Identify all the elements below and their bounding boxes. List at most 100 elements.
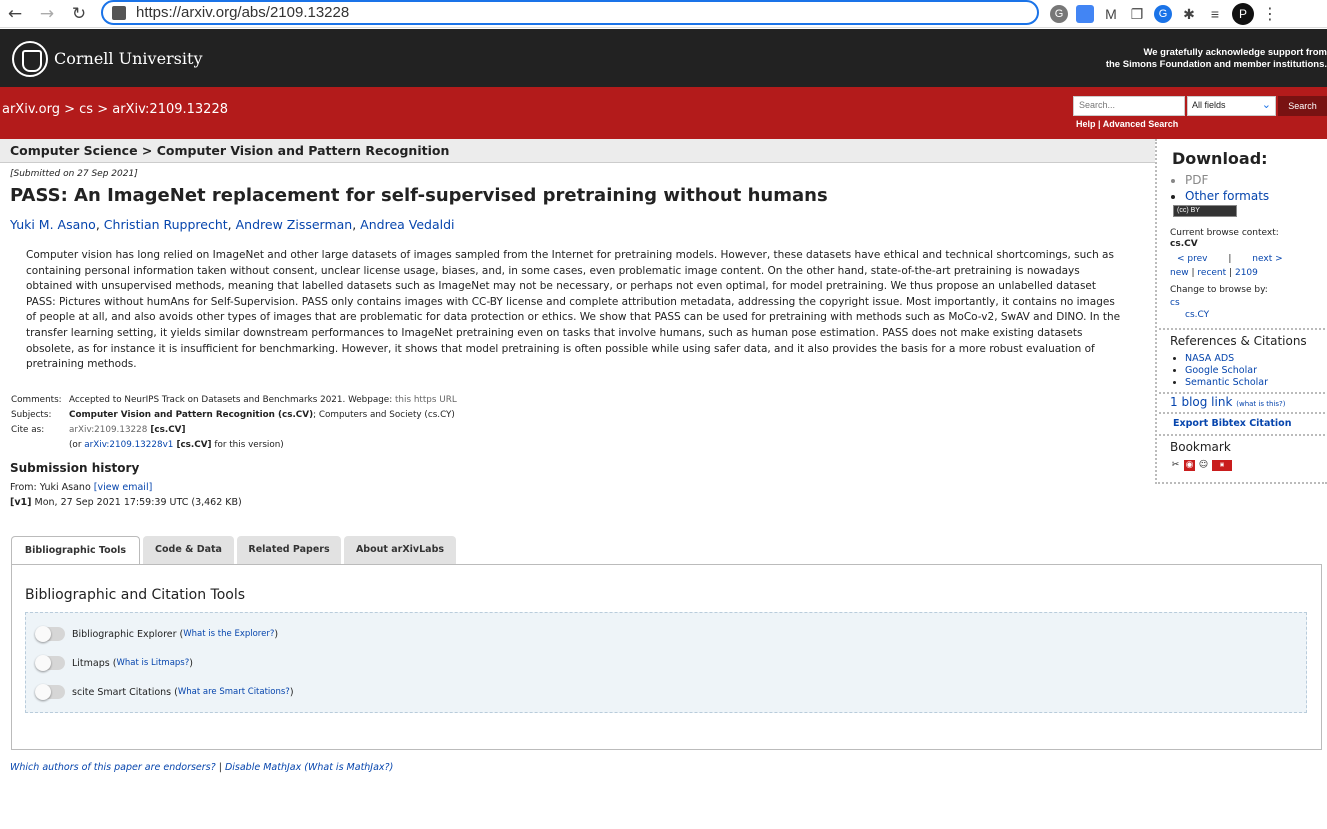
profile-avatar[interactable]: P bbox=[1232, 3, 1254, 25]
month-link[interactable]: 2109 bbox=[1235, 268, 1258, 278]
other-formats-item: Other formats bbox=[1185, 188, 1269, 204]
cc-license-icon[interactable]: (cc) BY bbox=[1173, 205, 1237, 217]
puzzle-extensions-icon[interactable]: ✱ bbox=[1180, 5, 1198, 23]
prev-link[interactable]: < prev bbox=[1177, 254, 1207, 264]
mathjax-help-link[interactable]: (What is MathJax?) bbox=[304, 762, 393, 773]
paper-title: PASS: An ImageNet replacement for self-s… bbox=[10, 185, 828, 206]
comments-text: Accepted to NeurIPS Track on Datasets an… bbox=[69, 395, 395, 405]
address-bar[interactable]: https://arxiv.org/abs/2109.13228 bbox=[101, 0, 1039, 25]
new-link[interactable]: new bbox=[1170, 268, 1189, 278]
browse-cscy-link[interactable]: cs.CY bbox=[1185, 310, 1209, 320]
author-link[interactable]: Andrea Vedaldi bbox=[360, 217, 454, 232]
author-link[interactable]: Andrew Zisserman bbox=[236, 217, 353, 232]
google-extension-icon[interactable]: G bbox=[1154, 5, 1172, 23]
other-formats-link[interactable]: Other formats bbox=[1185, 189, 1269, 203]
bookmark-icons: ✂ ◉ ☺ ▣ bbox=[1170, 460, 1232, 471]
tool-row-scite: scite Smart Citations (What are Smart Ci… bbox=[35, 684, 294, 700]
history-from: From: Yuki Asano [view email] bbox=[10, 480, 242, 495]
tab-code-data[interactable]: Code & Data bbox=[143, 536, 234, 564]
webpage-link[interactable]: this https URL bbox=[395, 395, 457, 405]
toggle-switch[interactable] bbox=[35, 655, 65, 671]
export-bibtex-link[interactable]: Export Bibtex Citation bbox=[1173, 418, 1291, 429]
back-arrow-icon[interactable]: ← bbox=[4, 3, 26, 25]
tool-help-link[interactable]: What is Litmaps? bbox=[116, 658, 189, 668]
author-list: Yuki M. Asano, Christian Rupprecht, Andr… bbox=[10, 217, 455, 232]
tool-help-link[interactable]: What is the Explorer? bbox=[183, 629, 274, 639]
mendeley-icon[interactable]: ◉ bbox=[1184, 460, 1195, 471]
tool-help-link[interactable]: What are Smart Citations? bbox=[178, 687, 290, 697]
toggle-switch[interactable] bbox=[35, 626, 65, 642]
tab-related-papers[interactable]: Related Papers bbox=[237, 536, 341, 564]
browse-cs-link[interactable]: cs bbox=[1170, 298, 1180, 308]
cite-or: (or bbox=[69, 440, 85, 450]
site-info-icon[interactable] bbox=[112, 6, 126, 20]
grammarly-extension-icon[interactable]: G bbox=[1050, 5, 1068, 23]
footer-links: Which authors of this paper are endorser… bbox=[10, 762, 393, 773]
sciencewise-icon[interactable]: ▣ bbox=[1212, 460, 1232, 471]
help-link[interactable]: Help bbox=[1076, 119, 1096, 129]
crumb-arxiv[interactable]: arXiv.org bbox=[2, 102, 60, 117]
comments-row: Comments: Accepted to NeurIPS Track on D… bbox=[11, 393, 457, 408]
browse-cscy-item: cs.CY bbox=[1185, 309, 1209, 321]
crumb-cs[interactable]: cs bbox=[79, 102, 93, 117]
translate-extension-icon[interactable] bbox=[1076, 5, 1094, 23]
forward-arrow-icon[interactable]: → bbox=[36, 3, 58, 25]
history-v1: [v1] Mon, 27 Sep 2021 17:59:39 UTC (3,46… bbox=[10, 495, 242, 510]
search-input[interactable]: Search... bbox=[1073, 96, 1185, 116]
author-separator: , bbox=[227, 217, 236, 232]
crumb-paper-id: arXiv:2109.13228 bbox=[112, 102, 228, 117]
tab-bibliographic-tools[interactable]: Bibliographic Tools bbox=[11, 536, 140, 565]
url-text[interactable]: https://arxiv.org/abs/2109.13228 bbox=[136, 4, 349, 21]
tab-panel: Bibliographic and Citation Tools Bibliog… bbox=[11, 564, 1322, 750]
cornell-logo-text[interactable]: Cornell University bbox=[54, 49, 202, 68]
next-link[interactable]: next > bbox=[1252, 254, 1282, 264]
disable-mathjax-link[interactable]: Disable MathJax bbox=[225, 762, 301, 773]
search-field-select[interactable]: All fields ⌄ bbox=[1187, 96, 1276, 116]
crumb-separator: > bbox=[59, 102, 80, 117]
tools-box: Bibliographic Explorer (What is the Expl… bbox=[25, 612, 1307, 713]
submission-history: From: Yuki Asano [view email] [v1] Mon, … bbox=[10, 480, 242, 510]
search-button[interactable]: Search bbox=[1278, 96, 1327, 116]
nasa-ads-link[interactable]: NASA ADS bbox=[1185, 353, 1234, 364]
subjects-label: Subjects: bbox=[11, 410, 52, 420]
acknowledgement: We gratefully acknowledge support from t… bbox=[1087, 47, 1327, 71]
mendeley-extension-icon[interactable]: M bbox=[1102, 5, 1120, 23]
subjects-value: Computer Vision and Pattern Recognition … bbox=[69, 408, 455, 423]
cornell-header: Cornell University We gratefully acknowl… bbox=[0, 29, 1327, 87]
semantic-scholar-link[interactable]: Semantic Scholar bbox=[1185, 377, 1268, 388]
recent-link[interactable]: recent bbox=[1197, 268, 1226, 278]
pdf-link[interactable]: PDF bbox=[1185, 172, 1269, 188]
tab-about-arxivlabs[interactable]: About arXivLabs bbox=[344, 536, 456, 564]
blog-help-link[interactable]: (what is this?) bbox=[1236, 400, 1285, 408]
advanced-search-link[interactable]: Advanced Search bbox=[1103, 119, 1179, 129]
refs-item: NASA ADS bbox=[1185, 353, 1268, 365]
cornell-seal-icon[interactable] bbox=[12, 41, 48, 77]
cite-id: arXiv:2109.13228 bbox=[69, 425, 148, 435]
tool-row-explorer: Bibliographic Explorer (What is the Expl… bbox=[35, 626, 278, 642]
tool-row-litmaps: Litmaps (What is Litmaps?) bbox=[35, 655, 193, 671]
tool-label: Litmaps bbox=[72, 657, 110, 669]
panel-title: Bibliographic and Citation Tools bbox=[25, 587, 246, 603]
secondary-subject: ; Computers and Society (cs.CY) bbox=[313, 410, 455, 420]
cite-v1-link[interactable]: arXiv:2109.13228v1 bbox=[84, 440, 173, 450]
author-link[interactable]: Yuki M. Asano bbox=[10, 217, 96, 232]
endorsers-link[interactable]: Which authors of this paper are endorser… bbox=[10, 762, 216, 773]
bibsonomy-icon[interactable]: ✂ bbox=[1170, 460, 1181, 471]
author-link[interactable]: Christian Rupprecht bbox=[104, 217, 228, 232]
reddit-icon[interactable]: ☺ bbox=[1198, 460, 1209, 471]
menu-kebab-icon[interactable]: ⋮ bbox=[1262, 5, 1278, 23]
google-scholar-link[interactable]: Google Scholar bbox=[1185, 365, 1257, 376]
cite-value: arXiv:2109.13228 [cs.CV] bbox=[69, 423, 186, 438]
media-queue-icon[interactable]: ≡ bbox=[1206, 5, 1224, 23]
tool-label: scite Smart Citations bbox=[72, 686, 172, 698]
download-list: PDF Other formats bbox=[1185, 172, 1269, 204]
from-text: From: Yuki Asano bbox=[10, 482, 94, 493]
subject-header: Computer Science > Computer Vision and P… bbox=[0, 139, 1155, 163]
toggle-switch[interactable] bbox=[35, 684, 65, 700]
copy-extension-icon[interactable]: ❐ bbox=[1128, 5, 1146, 23]
reload-icon[interactable]: ↻ bbox=[68, 3, 90, 25]
view-email-link[interactable]: [view email] bbox=[94, 482, 153, 493]
primary-subject: Computer Vision and Pattern Recognition … bbox=[69, 410, 314, 420]
search-field-value: All fields bbox=[1192, 100, 1226, 110]
blog-link[interactable]: 1 blog link bbox=[1170, 395, 1232, 409]
